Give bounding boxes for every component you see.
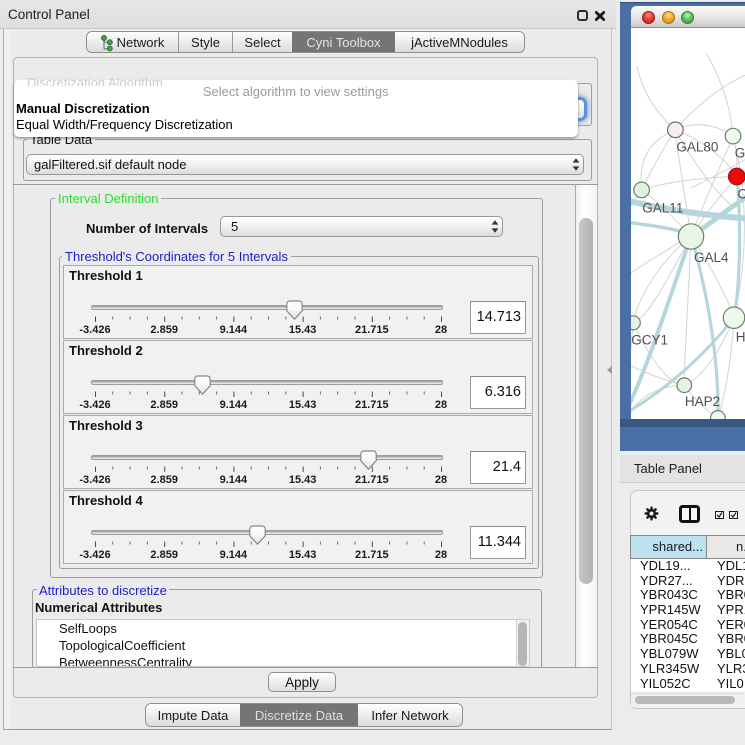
svg-text:GA: GA: [735, 145, 745, 160]
svg-text:CY: CY: [738, 186, 745, 201]
svg-text:GAL80: GAL80: [676, 139, 718, 154]
svg-text:HI: HI: [736, 330, 745, 345]
svg-text:HAP2: HAP2: [685, 394, 720, 409]
svg-text:GAL4: GAL4: [694, 250, 729, 265]
svg-text:GAL11: GAL11: [642, 201, 683, 216]
svg-text:GCY1: GCY1: [631, 333, 668, 348]
